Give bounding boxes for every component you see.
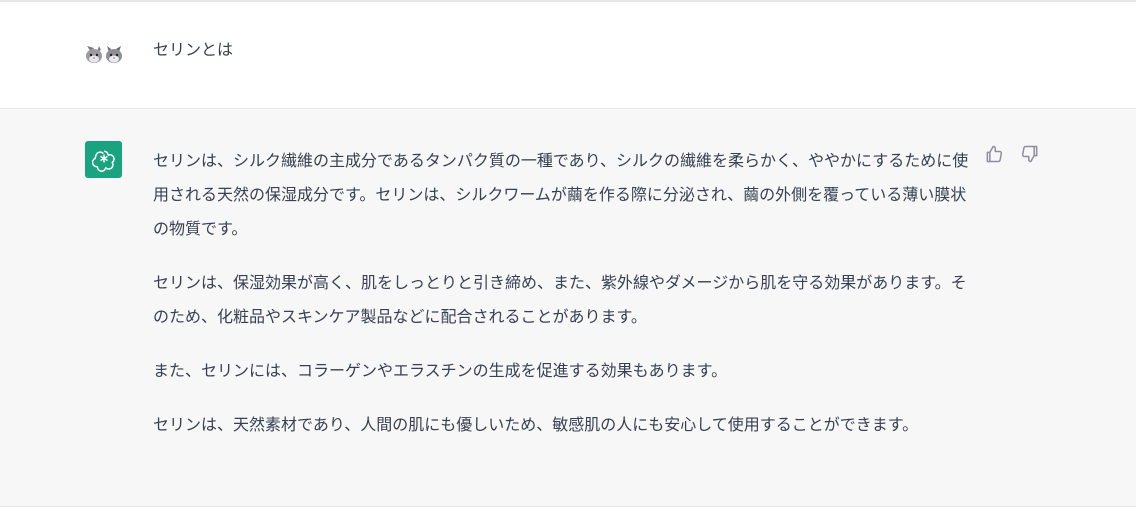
assistant-paragraph: セリンは、天然素材であり、人間の肌にも優しいため、敏感肌の人にも安心して使用する… (153, 415, 919, 434)
thumbs-down-icon (1020, 144, 1040, 168)
user-message-row: セリンとは (0, 2, 1136, 109)
thumbs-up-button[interactable] (983, 145, 1005, 167)
openai-logo-icon (85, 141, 122, 178)
user-message-text: セリンとは (153, 40, 234, 59)
cat-avatar-icon (85, 40, 123, 70)
assistant-paragraph: また、セリンには、コラーゲンやエラスチンの生成を促進する効果もあります。 (153, 361, 728, 380)
assistant-paragraph: セリンは、シルク繊維の主成分であるタンパク質の一種であり、シルクの繊維を柔らかく… (153, 151, 969, 238)
assistant-paragraph: セリンは、保湿効果が高く、肌をしっとりと引き締め、また、紫外線やダメージから肌を… (153, 273, 967, 326)
thumbs-up-icon (984, 144, 1004, 168)
thumbs-down-button[interactable] (1019, 145, 1041, 167)
assistant-message-text: セリンは、シルク繊維の主成分であるタンパク質の一種であり、シルクの繊維を柔らかく… (153, 144, 973, 462)
feedback-buttons (983, 145, 1041, 167)
assistant-message-row: セリンは、シルク繊維の主成分であるタンパク質の一種であり、シルクの繊維を柔らかく… (0, 109, 1136, 507)
